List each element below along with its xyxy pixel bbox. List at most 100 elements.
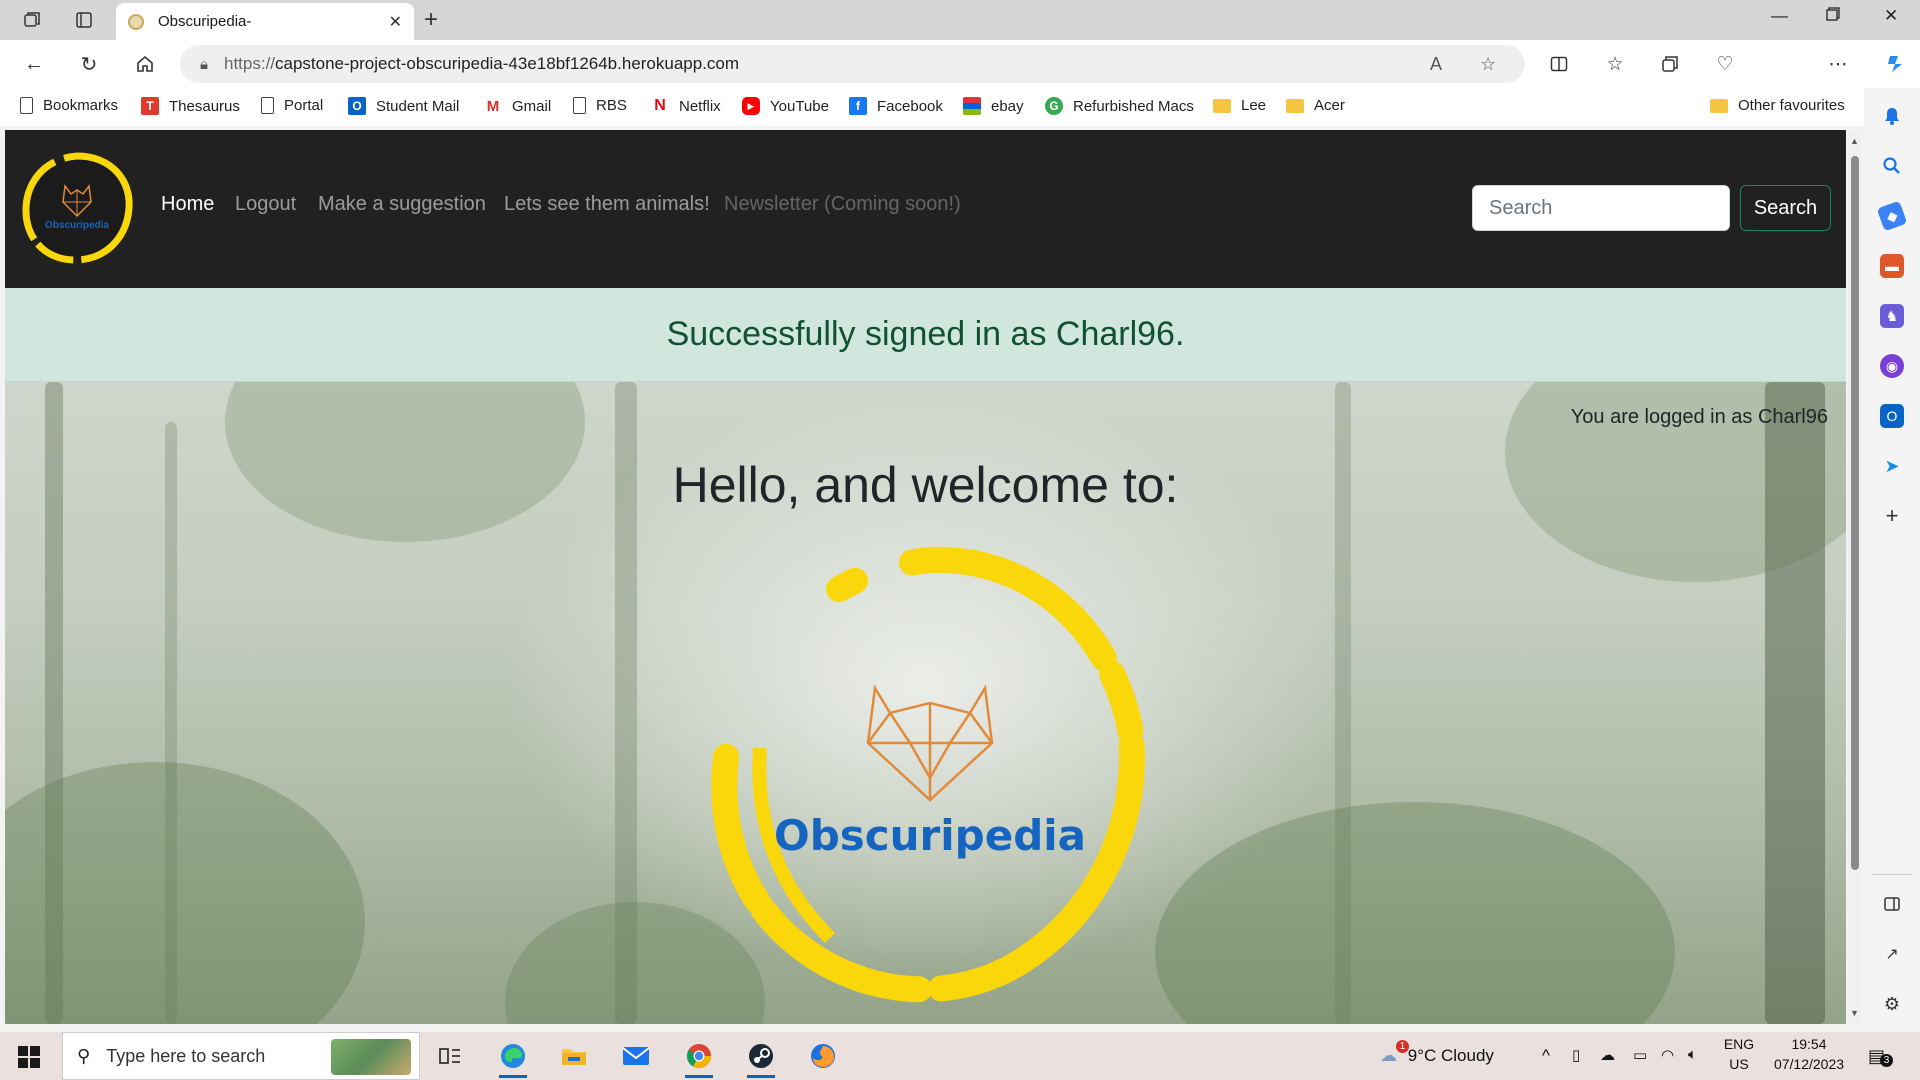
tools-icon[interactable]: ▬ [1880, 254, 1904, 278]
nav-animals-link[interactable]: Lets see them animals! [504, 193, 710, 216]
battery-icon[interactable]: ▭ [1633, 1046, 1647, 1064]
collections-icon[interactable] [1656, 50, 1684, 78]
bookmark-folder-lee[interactable]: Lee [1213, 97, 1266, 114]
refurb-icon: G [1045, 97, 1063, 115]
bookmark-label: YouTube [770, 97, 829, 115]
address-field[interactable]: 🔒︎ https://capstone-project-obscuripedia… [180, 45, 1525, 83]
notifications-bell-icon[interactable] [1880, 104, 1904, 128]
tab-title: Obscuripedia- [158, 13, 252, 30]
bookmark-portal[interactable]: Portal [261, 97, 323, 114]
clock-date[interactable]: 07/12/2023 [1764, 1056, 1854, 1072]
nav-home-link[interactable]: Home [161, 193, 214, 216]
scroll-up-arrow-icon[interactable]: ▲ [1850, 136, 1859, 146]
outlook-icon: O [348, 97, 366, 115]
language-top[interactable]: ENG [1722, 1036, 1756, 1052]
ebay-icon [963, 97, 981, 115]
sidebar-settings-gear-icon[interactable]: ⚙ [1880, 992, 1904, 1016]
shopping-tag-icon[interactable]: ◆ [1876, 200, 1908, 232]
taskbar-search-box[interactable]: ⚲ Type here to search [62, 1032, 420, 1080]
notification-center-icon[interactable]: ▤ 3 [1868, 1046, 1893, 1067]
games-icon[interactable]: ♞ [1880, 304, 1904, 328]
copilot-icon[interactable] [1881, 50, 1909, 78]
edge-browser-icon[interactable] [497, 1040, 529, 1078]
fox-head-icon [866, 684, 994, 802]
split-screen-icon[interactable] [1545, 50, 1573, 78]
favourites-icon[interactable]: ☆ [1601, 50, 1629, 78]
read-aloud-icon[interactable]: A [1430, 54, 1442, 75]
windows-start-icon[interactable] [18, 1046, 40, 1068]
restore-icon[interactable] [1826, 6, 1840, 26]
new-tab-icon[interactable]: + [424, 6, 438, 34]
file-explorer-icon[interactable] [558, 1040, 590, 1072]
scrollbar-thumb[interactable] [1851, 156, 1859, 870]
favourite-star-icon[interactable]: ☆ [1480, 54, 1496, 75]
bookmark-gmail[interactable]: M Gmail [484, 97, 551, 115]
bookmark-thesaurus[interactable]: T Thesaurus [141, 97, 240, 115]
clock-time[interactable]: 19:54 [1764, 1036, 1854, 1052]
nav-make-suggestion-link[interactable]: Make a suggestion [318, 193, 486, 216]
hide-sidebar-icon[interactable] [1880, 892, 1904, 916]
microsoft-365-icon[interactable]: ◉ [1880, 354, 1904, 378]
minimize-icon[interactable]: — [1771, 6, 1788, 26]
logged-in-status: You are logged in as Charl96 [1570, 406, 1828, 428]
browser-essentials-icon[interactable]: ♡ [1711, 50, 1739, 78]
steam-icon[interactable] [745, 1040, 777, 1078]
weather-widget[interactable]: ☁ 1 9°C Cloudy [1380, 1040, 1494, 1066]
refresh-icon[interactable]: ↻ [75, 50, 103, 78]
search-highlight-art [331, 1039, 411, 1075]
other-favourites[interactable]: Other favourites [1710, 97, 1845, 114]
open-external-icon[interactable]: ↗ [1880, 942, 1904, 966]
nav-newsletter-link: Newsletter (Coming soon!) [724, 193, 961, 215]
tab-obscuripedia[interactable]: Obscuripedia- ✕ [116, 3, 414, 40]
bookmark-netflix[interactable]: N Netflix [651, 97, 720, 115]
settings-more-icon[interactable]: ⋯ [1824, 50, 1852, 78]
site-logo[interactable]: Obscuripedia [19, 150, 135, 266]
bookmark-facebook[interactable]: f Facebook [849, 97, 943, 115]
bookmark-ebay[interactable]: ebay [963, 97, 1024, 115]
outlook-icon[interactable]: O [1880, 404, 1904, 428]
nav-logout-link[interactable]: Logout [235, 193, 296, 216]
bookmark-refurbished-macs[interactable]: G Refurbished Macs [1045, 97, 1194, 115]
add-sidebar-app-icon[interactable]: + [1880, 503, 1904, 528]
facebook-icon: f [849, 97, 867, 115]
forest-foliage [1155, 802, 1675, 1024]
thesaurus-icon: T [141, 97, 159, 115]
home-icon[interactable] [131, 50, 159, 78]
onedrive-icon[interactable]: ☁ [1600, 1046, 1615, 1064]
firefox-icon[interactable] [807, 1040, 839, 1072]
scroll-down-arrow-icon[interactable]: ▼ [1850, 1008, 1859, 1018]
page-icon [573, 97, 586, 114]
show-hidden-icons-chevron-icon[interactable]: ^ [1542, 1046, 1550, 1066]
lock-icon[interactable]: 🔒︎ [200, 56, 208, 73]
back-icon[interactable]: ← [20, 50, 48, 78]
site-search-button[interactable]: Search [1740, 185, 1831, 231]
page-scrollbar[interactable]: ▲ ▼ [1848, 130, 1862, 1024]
chrome-icon[interactable] [683, 1040, 715, 1078]
drop-send-icon[interactable]: ➤ [1880, 454, 1904, 478]
bookmark-folder-acer[interactable]: Acer [1286, 97, 1345, 114]
url-host: capstone-project-obscuripedia-43e18bf126… [275, 54, 740, 73]
volume-icon[interactable]: 🔈︎ [1688, 1046, 1697, 1063]
task-view-icon[interactable] [434, 1040, 466, 1072]
youtube-icon: ▶ [742, 97, 760, 115]
wifi-icon[interactable]: ◠ [1661, 1046, 1674, 1064]
mail-icon[interactable] [620, 1040, 652, 1072]
tab-actions-icon[interactable] [72, 8, 96, 32]
taskbar-search-placeholder: Type here to search [106, 1045, 266, 1066]
close-tab-icon[interactable]: ✕ [389, 12, 402, 32]
bookmark-student-mail[interactable]: O Student Mail [348, 97, 459, 115]
bookmark-rbs[interactable]: RBS [573, 97, 627, 114]
close-window-icon[interactable]: ✕ [1884, 6, 1898, 26]
search-icon[interactable] [1880, 154, 1904, 178]
weather-cloud-icon: ☁ [1380, 1046, 1397, 1065]
language-bottom[interactable]: US [1722, 1056, 1756, 1072]
site-favicon-icon [128, 13, 144, 30]
device-icon[interactable]: ▯ [1572, 1046, 1580, 1064]
bookmark-youtube[interactable]: ▶ YouTube [742, 97, 829, 115]
bookmark-label: Acer [1314, 97, 1345, 114]
bookmark-bookmarks[interactable]: Bookmarks [20, 97, 118, 114]
site-search-input[interactable] [1472, 185, 1730, 231]
bookmark-label: Facebook [877, 97, 943, 115]
workspaces-icon[interactable] [20, 8, 44, 32]
netflix-icon: N [654, 97, 666, 114]
